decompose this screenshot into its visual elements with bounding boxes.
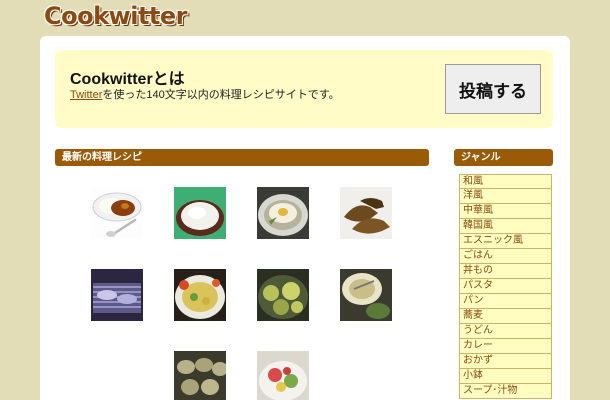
genre-item-kobachi[interactable]: 小鉢 [459,369,552,384]
genre-item-curry[interactable]: カレー [459,339,552,354]
genre-item-western[interactable]: 洋風 [459,189,552,204]
genre-item-washoku[interactable]: 和風 [459,174,552,189]
genre-item-bread[interactable]: パン [459,294,552,309]
intro-description: Twitterを使った140文字以内の料理レシピサイトです。 [70,86,340,102]
genre-item-rice[interactable]: ごはん [459,249,552,264]
genre-item-udon[interactable]: うどん [459,324,552,339]
genre-list: 和風 洋風 中華風 韓国風 エスニック風 ごはん 丼もの パスタ パン 蕎麦 う… [459,174,552,399]
intro-box: Cookwitterとは Twitterを使った140文字以内の料理レシピサイト… [55,50,553,128]
site-header: Cookwitter [40,0,570,36]
genre-heading: ジャンル [454,149,553,166]
genre-item-okazu[interactable]: おかず [459,354,552,369]
grill-photo-icon [91,269,143,321]
recipe-thumb-7[interactable] [257,269,309,321]
genre-item-ethnic[interactable]: エスニック風 [459,234,552,249]
recipe-thumb-8[interactable] [340,269,392,321]
recipe-thumb-10[interactable] [257,351,309,400]
latest-recipes-heading: 最新の料理レシピ [55,149,429,166]
recipe-thumb-1[interactable] [91,187,143,239]
simmered-vegetables-photo-icon [257,269,309,321]
recipe-thumb-5[interactable] [91,269,143,321]
genre-item-pasta[interactable]: パスタ [459,279,552,294]
recipe-thumb-6[interactable] [174,269,226,321]
genre-item-soba[interactable]: 蕎麦 [459,309,552,324]
recipe-thumb-2[interactable] [174,187,226,239]
site-logo[interactable]: Cookwitter [44,2,188,30]
post-button[interactable]: 投稿する [445,64,541,114]
genre-item-soup[interactable]: スープ･汁物 [459,384,552,399]
recipe-thumb-9[interactable] [174,351,226,400]
salad-photo-icon [257,351,309,400]
genre-item-donburi[interactable]: 丼もの [459,264,552,279]
recipe-thumb-4[interactable] [340,187,392,239]
genre-item-korean[interactable]: 韓国風 [459,219,552,234]
curry-rice-photo-icon [91,187,143,239]
grilled-fish-photo-icon [340,187,392,239]
stir-fry-photo-icon [174,269,226,321]
fried-egg-photo-icon [257,187,309,239]
grilled-eggplant-photo-icon [174,351,226,400]
main-content: Cookwitterとは Twitterを使った140文字以内の料理レシピサイト… [40,36,570,400]
twitter-link[interactable]: Twitter [70,89,102,101]
soup-bowl-photo-icon [340,269,392,321]
genre-item-chinese[interactable]: 中華風 [459,204,552,219]
grated-daikon-photo-icon [174,187,226,239]
intro-description-text: を使った140文字以内の料理レシピサイトです。 [102,89,340,101]
recipe-thumb-3[interactable] [257,187,309,239]
